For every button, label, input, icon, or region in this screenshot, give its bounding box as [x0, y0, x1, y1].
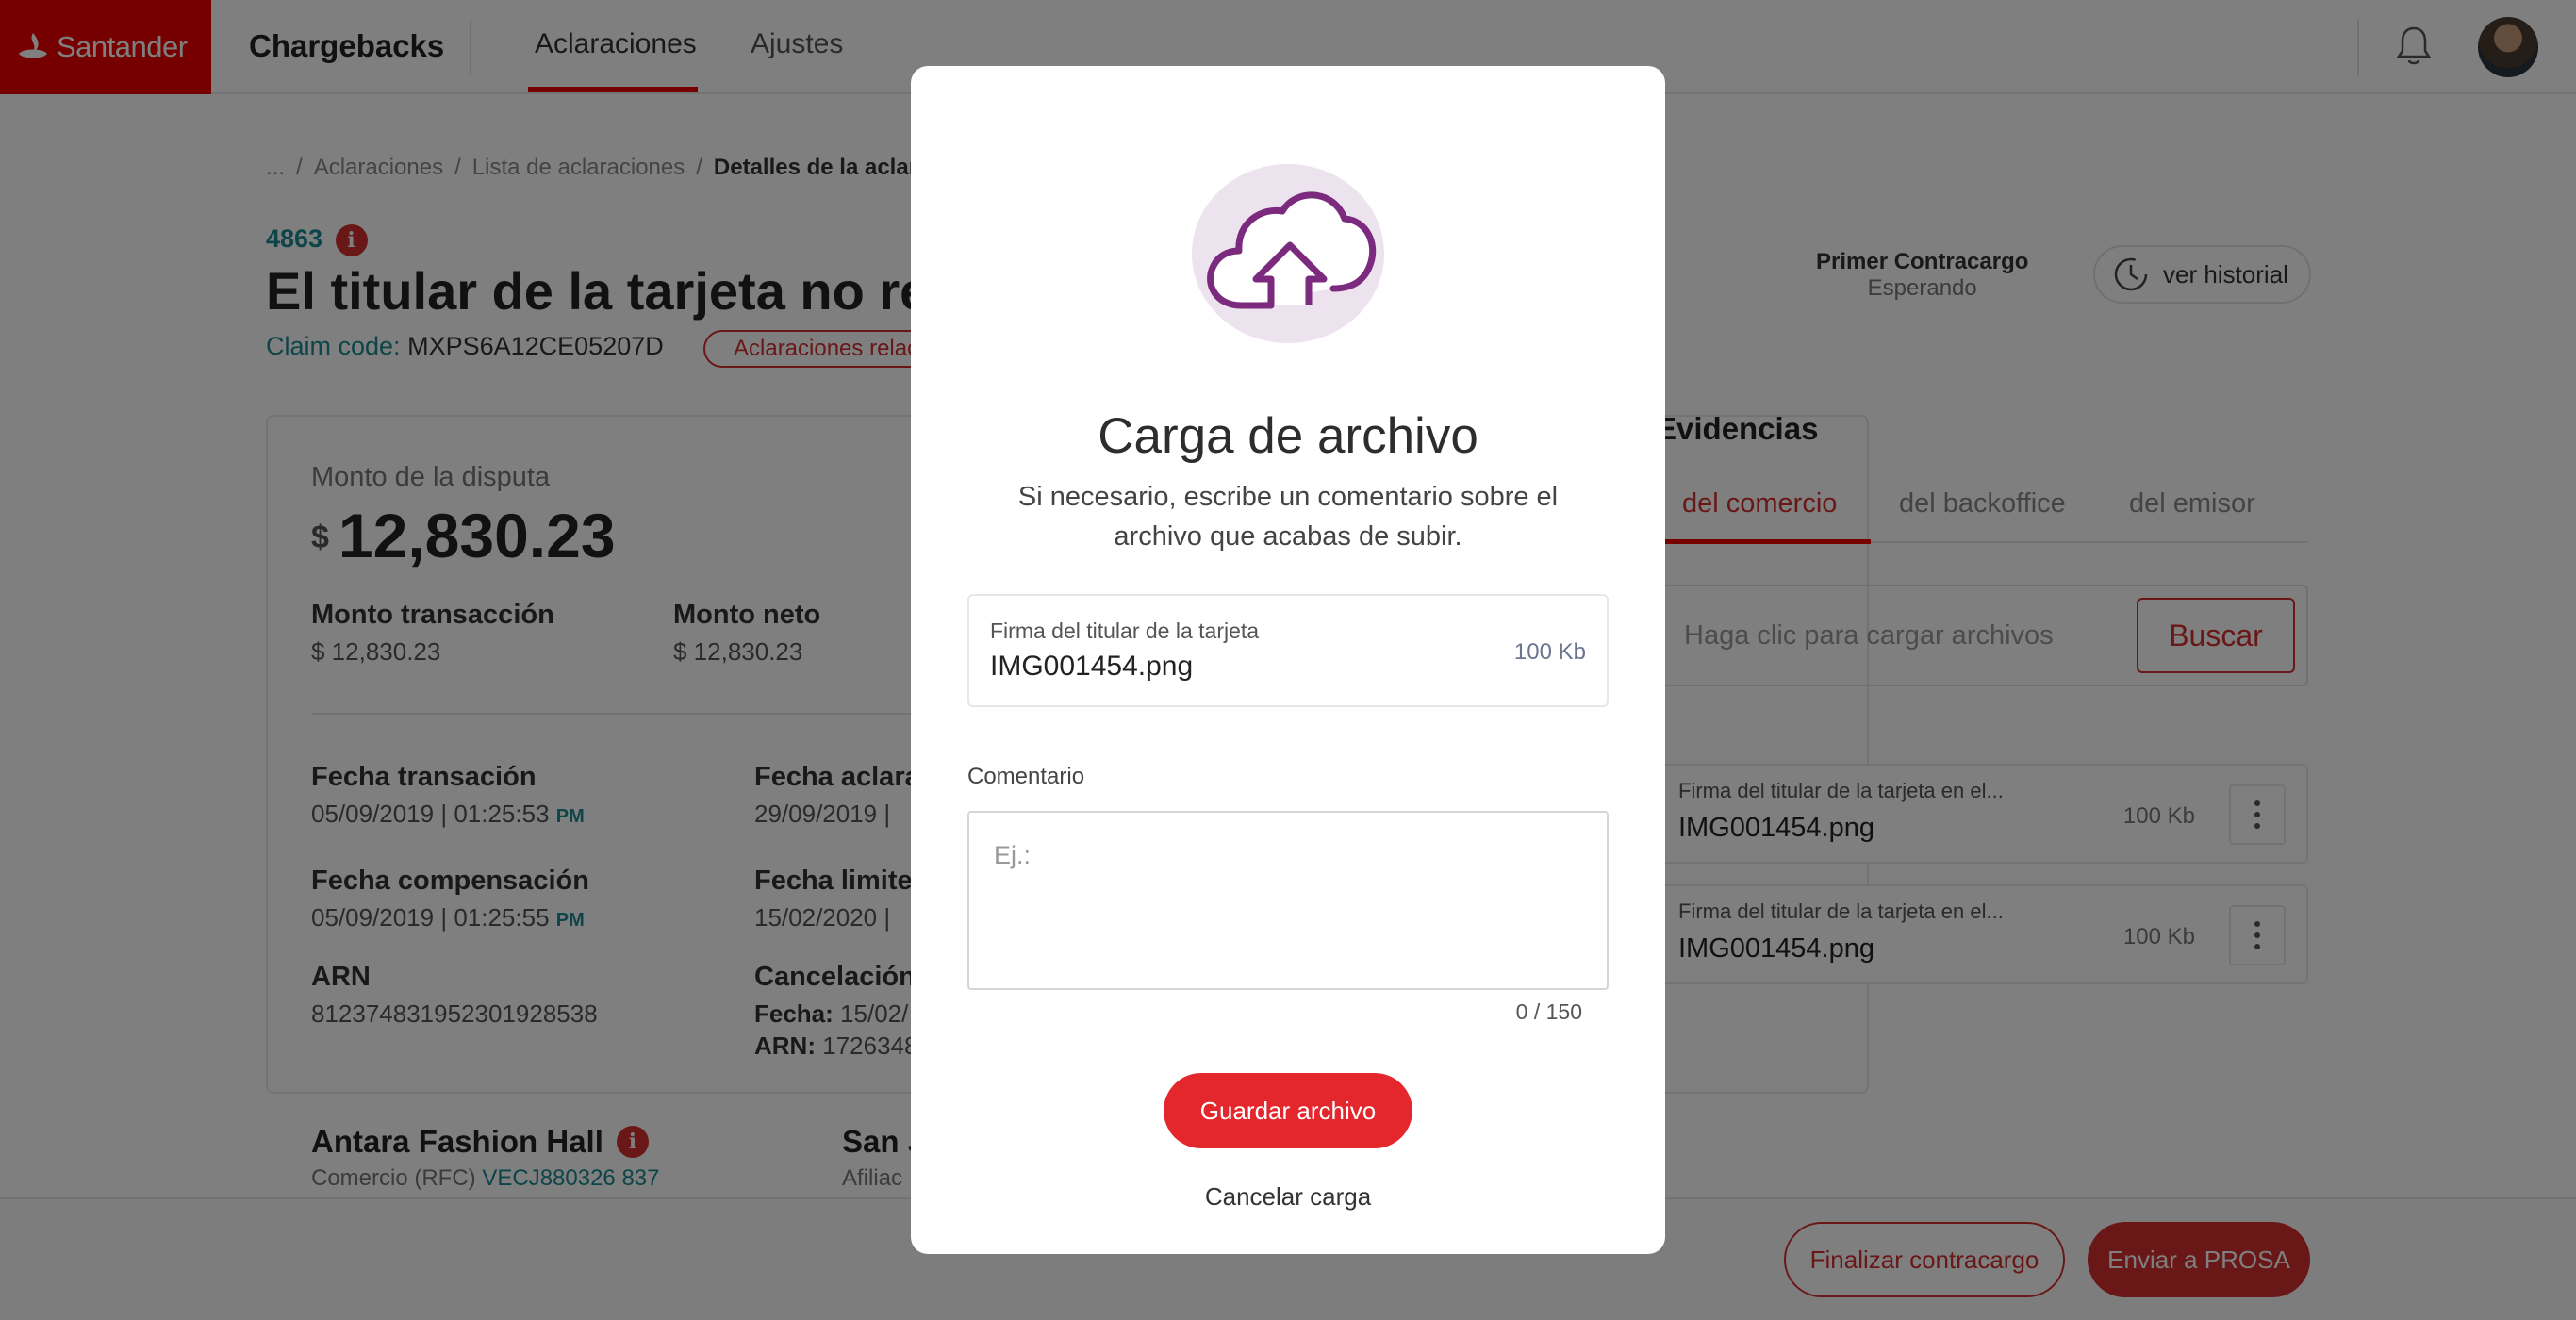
save-file-button[interactable]: Guardar archivo: [1164, 1073, 1412, 1148]
cloud-upload-icon: [1192, 164, 1384, 343]
uploaded-file-card: Firma del titular de la tarjeta IMG00145…: [967, 594, 1609, 707]
comment-field[interactable]: [967, 811, 1609, 990]
file-size: 100 Kb: [1513, 639, 1586, 665]
comment-label: Comentario: [967, 764, 1085, 789]
modal-subtitle: Si necesario, escribe un comentario sobr…: [1017, 482, 1559, 552]
upload-modal: Carga de archivo Si necesario, escribe u…: [911, 66, 1665, 1254]
modal-title: Carga de archivo: [1098, 408, 1478, 464]
file-name: IMG001454.png: [990, 651, 1194, 682]
character-counter: 0 / 150: [1515, 999, 1582, 1024]
cancel-upload-link[interactable]: Cancelar carga: [911, 1182, 1665, 1212]
file-description: Firma del titular de la tarjeta: [990, 619, 1260, 643]
